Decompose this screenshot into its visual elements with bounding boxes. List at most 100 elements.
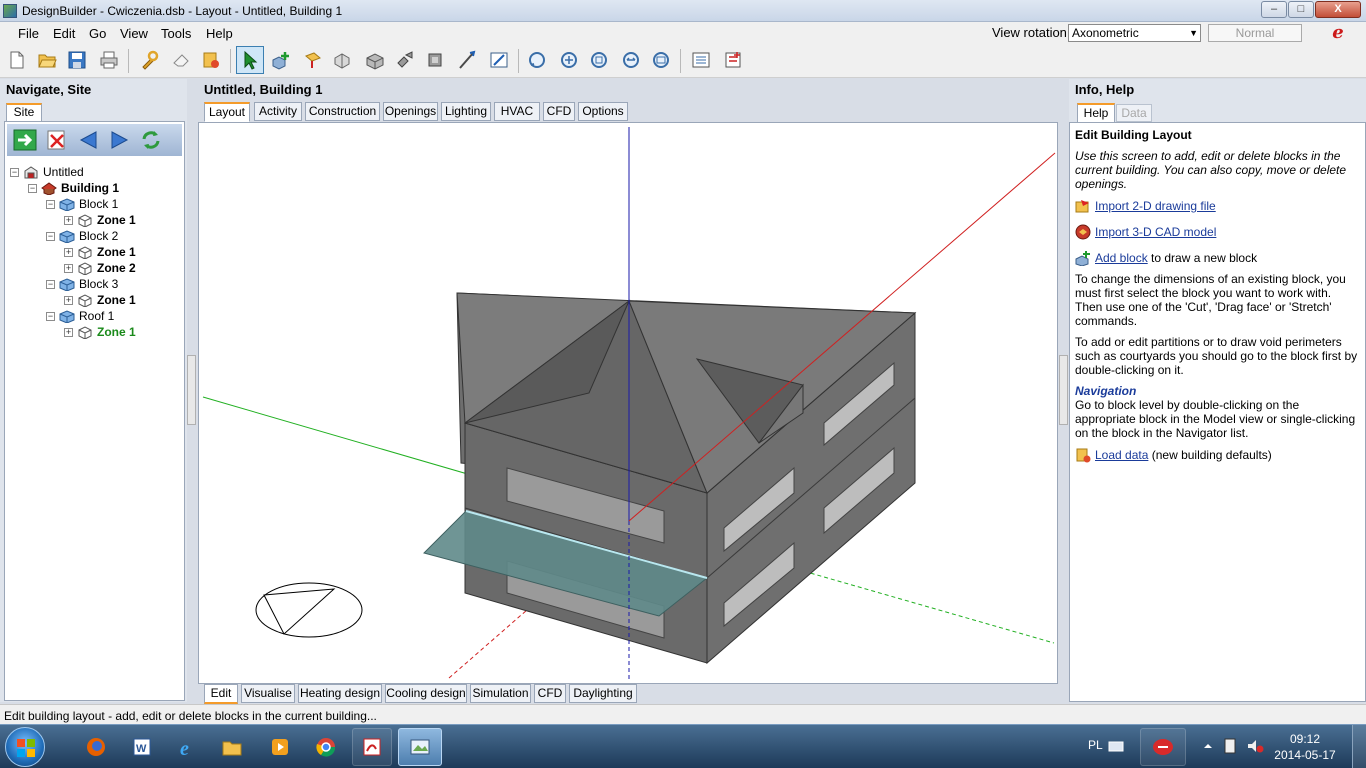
tree-item-zone[interactable]: + Zone 1 [64,212,136,228]
print-icon[interactable] [96,47,122,73]
import-3d-link[interactable]: Import 3-D CAD model [1095,225,1216,239]
collapse-icon[interactable]: − [28,183,37,193]
tab-hvac[interactable]: HVAC [494,102,540,121]
collapse-icon[interactable]: − [46,231,55,241]
tree-item-block[interactable]: − Block 1 [46,196,118,212]
expand-icon[interactable]: + [64,247,73,257]
display-mode-field[interactable]: Normal [1208,24,1302,42]
edit-icon[interactable] [486,47,512,73]
zoom-in-icon[interactable] [556,47,582,73]
save-icon[interactable] [64,47,90,73]
system-clock[interactable]: 09:12 2014-05-17 [1273,731,1337,763]
word-taskbar-button[interactable]: W [122,728,162,766]
tab-lighting[interactable]: Lighting [441,102,491,121]
measure-icon[interactable] [454,47,480,73]
tree-item-site[interactable]: − Untitled [10,164,84,180]
media-player-taskbar-button[interactable] [260,728,300,766]
maximize-button[interactable]: □ [1288,1,1314,18]
expand-icon[interactable]: + [64,215,73,225]
tab-daylighting[interactable]: Daylighting [569,684,637,703]
tab-help[interactable]: Help [1077,103,1115,122]
expand-icon[interactable]: + [64,327,73,337]
ie-taskbar-button[interactable]: e [168,728,208,766]
zoom-extents-icon[interactable] [648,47,674,73]
menu-view[interactable]: View [120,26,148,41]
tab-options[interactable]: Options [578,102,628,121]
expand-icon[interactable]: + [64,295,73,305]
tab-site[interactable]: Site [6,103,42,121]
model-viewport[interactable] [198,122,1058,684]
keyboard-icon[interactable] [1108,739,1124,753]
building-model-view[interactable] [199,123,1058,684]
firefox-taskbar-button[interactable] [76,728,116,766]
tree-item-roof[interactable]: − Roof 1 [46,308,114,324]
pdf-app-taskbar-button[interactable] [352,728,392,766]
forward-arrow-icon[interactable] [107,129,131,151]
menu-help[interactable]: Help [206,26,233,41]
model-data-icon[interactable] [198,47,224,73]
tab-edit[interactable]: Edit [204,684,238,704]
show-hidden-icons-icon[interactable] [1203,741,1213,751]
menu-edit[interactable]: Edit [53,26,75,41]
tab-activity[interactable]: Activity [254,102,302,121]
tree-item-block[interactable]: − Block 2 [46,228,118,244]
add-block-link[interactable]: Add block [1095,251,1148,265]
tray-app-button[interactable] [1140,728,1186,766]
tree-item-zone[interactable]: + Zone 2 [64,260,136,276]
input-language-indicator[interactable]: PL [1088,738,1103,752]
drag-icon[interactable] [300,47,326,73]
device-icon[interactable] [1222,737,1238,755]
go-to-icon[interactable] [13,129,37,151]
right-panel-collapse-handle[interactable] [1059,355,1068,425]
view-rotation-select[interactable]: Axonometric ▼ [1068,24,1201,42]
close-button[interactable]: X [1315,1,1361,18]
designbuilder-taskbar-button[interactable] [398,728,442,766]
menu-tools[interactable]: Tools [161,26,191,41]
tree-item-building[interactable]: − Building 1 [28,180,119,196]
eraser-icon[interactable] [168,47,194,73]
tab-visualise[interactable]: Visualise [241,684,295,703]
open-folder-icon[interactable] [34,47,60,73]
volume-muted-icon[interactable] [1246,738,1264,754]
select-arrow-icon[interactable] [236,46,264,74]
list-icon[interactable] [688,47,714,73]
tab-heating-design[interactable]: Heating design [298,684,382,703]
model-options-icon[interactable] [136,47,162,73]
tab-cfd[interactable]: CFD [543,102,575,121]
zoom-window-icon[interactable] [586,47,612,73]
collapse-icon[interactable]: − [46,311,55,321]
tab-simulation[interactable]: Simulation [470,684,531,703]
tab-layout[interactable]: Layout [204,102,250,122]
orbit-icon[interactable] [524,47,550,73]
tab-cooling-design[interactable]: Cooling design [385,684,467,703]
menu-go[interactable]: Go [89,26,106,41]
cut-icon[interactable] [362,47,388,73]
import-2d-link[interactable]: Import 2-D drawing file [1095,199,1216,213]
tree-item-zone[interactable]: + Zone 1 [64,324,136,340]
menu-file[interactable]: File [18,26,39,41]
show-desktop-button[interactable] [1352,725,1366,768]
zoom-previous-icon[interactable] [618,47,644,73]
new-file-icon[interactable] [4,47,30,73]
collapse-icon[interactable]: − [46,199,55,209]
delete-icon[interactable] [45,129,69,151]
explorer-taskbar-button[interactable] [212,728,252,766]
expand-icon[interactable]: + [64,263,73,273]
tab-openings[interactable]: Openings [383,102,438,121]
collapse-icon[interactable]: − [10,167,19,177]
tree-item-zone[interactable]: + Zone 1 [64,292,136,308]
load-data-link[interactable]: Load data [1095,448,1148,462]
refresh-icon[interactable] [139,129,163,151]
chrome-taskbar-button[interactable] [306,728,346,766]
properties-icon[interactable] [720,47,746,73]
tab-data[interactable]: Data [1116,104,1152,122]
tree-item-block[interactable]: − Block 3 [46,276,118,292]
collapse-icon[interactable]: − [46,279,55,289]
add-block-icon[interactable] [268,47,294,73]
copy-icon[interactable] [330,47,356,73]
tab-cfd-bottom[interactable]: CFD [534,684,566,703]
mirror-icon[interactable] [422,47,448,73]
left-panel-collapse-handle[interactable] [187,355,196,425]
back-arrow-icon[interactable] [77,129,101,151]
minimize-button[interactable]: – [1261,1,1287,18]
